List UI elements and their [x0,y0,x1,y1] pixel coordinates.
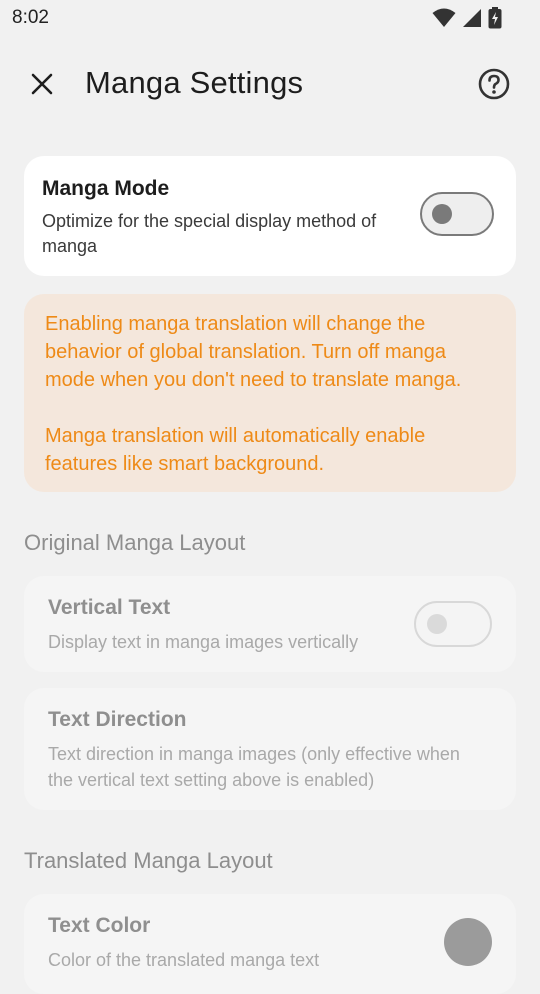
section-header-original: Original Manga Layout [24,530,246,555]
toggle-knob [427,614,447,634]
vertical-text-subtitle: Display text in manga images vertically [48,632,359,652]
status-bar: 8:02 [0,0,540,36]
page-title: Manga Settings [85,65,304,100]
manga-mode-title: Manga Mode [42,177,170,200]
help-icon [478,68,510,105]
status-time: 8:02 [12,7,49,28]
close-icon [30,72,54,101]
close-button[interactable] [18,62,66,110]
vertical-text-card[interactable]: Vertical Text Display text in manga imag… [24,576,516,672]
signal-icon [462,8,482,28]
text-color-swatch[interactable] [444,918,492,966]
status-icons [432,7,502,29]
vertical-text-toggle[interactable] [414,601,492,647]
vertical-text-title: Vertical Text [48,596,171,619]
wifi-icon [432,8,456,28]
text-direction-title: Text Direction [48,708,187,731]
manga-mode-toggle[interactable] [420,192,494,236]
text-color-card[interactable]: Text Color Color of the translated manga… [24,894,516,994]
warning-text-smart-background: Manga translation will automatically ena… [45,425,426,475]
section-header-translated: Translated Manga Layout [24,848,273,873]
text-direction-card[interactable]: Text Direction Text direction in manga i… [24,688,516,810]
text-color-subtitle: Color of the translated manga text [48,950,320,970]
text-color-title: Text Color [48,914,151,937]
manga-warning-notice: Enabling manga translation will change t… [24,294,516,492]
toggle-knob [432,204,452,224]
warning-text-global: Enabling manga translation will change t… [45,313,462,391]
battery-charging-icon [488,7,502,29]
app-bar: Manga Settings [0,50,540,120]
text-direction-subtitle: Text direction in manga images (only eff… [48,744,460,790]
help-button[interactable] [470,62,518,110]
manga-mode-card[interactable]: Manga Mode Optimize for the special disp… [24,156,516,276]
manga-mode-subtitle: Optimize for the special display method … [42,211,377,256]
